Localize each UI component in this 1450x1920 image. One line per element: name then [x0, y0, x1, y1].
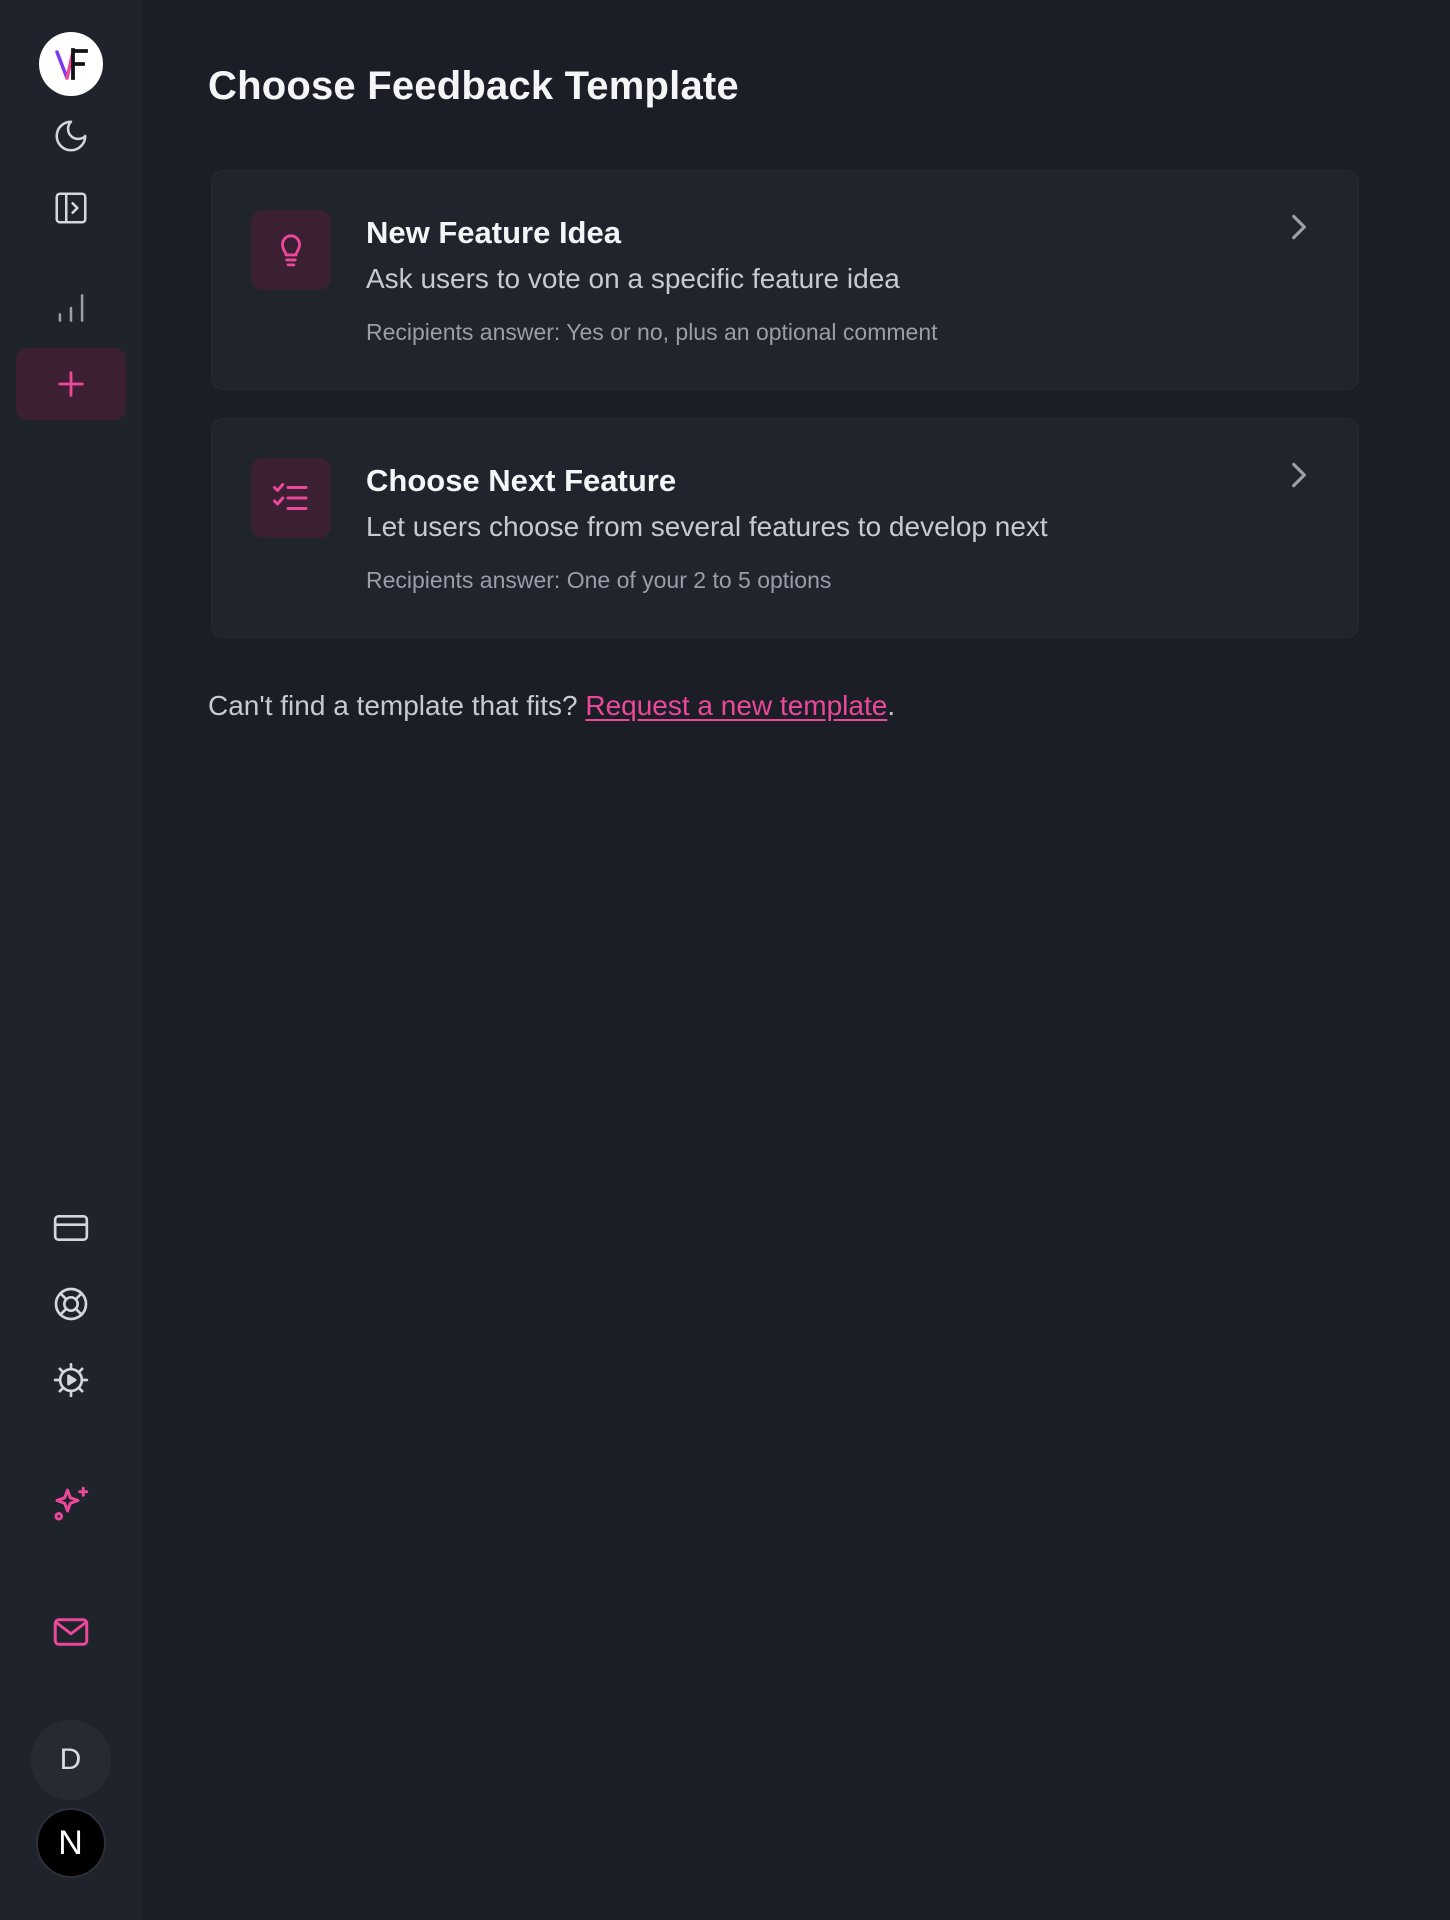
workspace-avatar: N — [35, 1808, 106, 1878]
sidebar: D N — [0, 0, 141, 1920]
footer-suffix: . — [887, 690, 896, 721]
card-recipients-answer: Recipients answer: Yes or no, plus an op… — [366, 319, 938, 345]
billing-button[interactable] — [0, 1208, 141, 1248]
chevron-right-icon — [1292, 214, 1306, 240]
bar-chart-icon — [58, 294, 83, 322]
card-icon-tile — [251, 210, 331, 290]
mail-icon — [53, 1618, 88, 1646]
card-description: Let users choose from several features t… — [366, 511, 1048, 542]
messages-button[interactable] — [0, 1610, 141, 1654]
chevron-right-icon — [1292, 462, 1306, 488]
card-title: Choose Next Feature — [366, 463, 677, 498]
user-avatar: D — [30, 1720, 111, 1800]
page-title: Choose Feedback Template — [208, 64, 739, 108]
create-button[interactable] — [0, 348, 141, 420]
template-card-choose-next-feature[interactable]: Choose Next Feature Let users choose fro… — [211, 418, 1359, 638]
main-content: Choose Feedback Template New Feature Ide… — [141, 0, 1450, 1920]
card-recipients-answer: Recipients answer: One of your 2 to 5 op… — [366, 567, 832, 593]
checklist-icon — [273, 483, 308, 510]
toggle-sidebar-button[interactable] — [0, 188, 141, 228]
app-root: D N Choose Feedback Template New Feature… — [0, 0, 1450, 1920]
request-template-link[interactable]: Request a new template — [585, 690, 887, 721]
gear-icon — [53, 1362, 88, 1398]
lightbulb-icon — [281, 234, 301, 267]
plus-icon — [57, 371, 84, 397]
footer-text: Can't find a template that fits? — [208, 690, 578, 721]
user-menu-button[interactable]: D — [0, 1720, 141, 1800]
credit-card-icon — [53, 1215, 88, 1241]
life-buoy-icon — [54, 1287, 87, 1321]
active-nav-indicator — [15, 348, 126, 420]
vf-logo-icon — [38, 32, 103, 96]
card-icon-tile — [251, 458, 331, 538]
card-description: Ask users to vote on a specific feature … — [366, 263, 900, 294]
moon-icon — [55, 120, 87, 152]
whats-new-button[interactable] — [0, 1482, 141, 1526]
request-template-note: Can't find a template that fits? Request… — [208, 690, 895, 722]
sidebar-expand-icon — [54, 192, 87, 224]
card-title: New Feature Idea — [366, 215, 621, 250]
workspace-switcher-button[interactable]: N — [0, 1808, 141, 1878]
logo[interactable] — [0, 32, 141, 96]
template-card-new-feature-idea[interactable]: New Feature Idea Ask users to vote on a … — [211, 170, 1359, 390]
theme-toggle-button[interactable] — [0, 116, 141, 156]
settings-button[interactable] — [0, 1360, 141, 1400]
sparkles-icon — [53, 1486, 88, 1521]
support-button[interactable] — [0, 1284, 141, 1324]
analytics-button[interactable] — [0, 288, 141, 328]
